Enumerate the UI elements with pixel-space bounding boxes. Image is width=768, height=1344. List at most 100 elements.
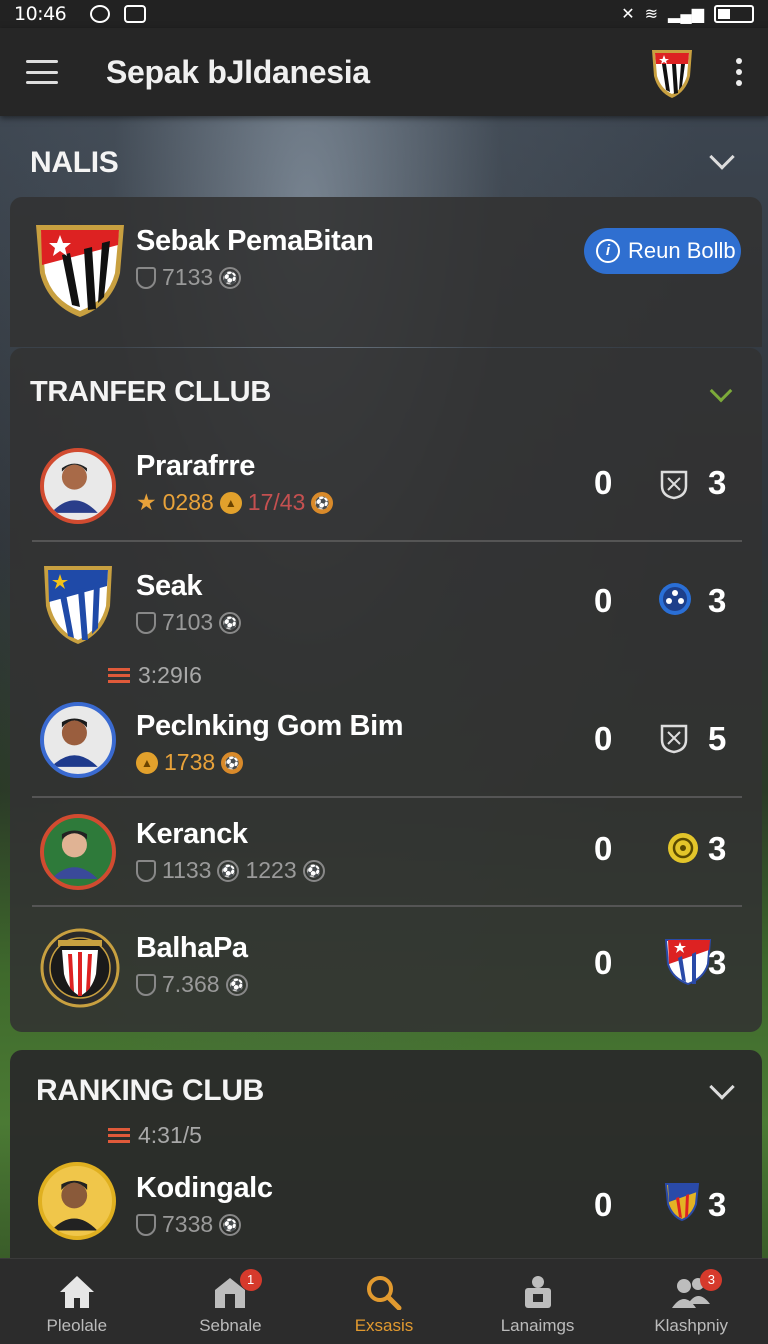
club-crest [40,928,120,1008]
featured-action-label: Reun Bollb [628,238,736,263]
mute-icon: ✕ [621,6,635,23]
yellow-badge-icon [668,833,698,863]
home-icon [59,1276,94,1308]
ball-icon: ⚽ [219,611,242,634]
ball-icon: ⚽ [219,1213,242,1236]
more-options-icon[interactable] [736,58,742,86]
score-left: 0 [594,582,613,619]
status-time: 10:46 [14,3,67,25]
menu-icon[interactable] [26,60,58,84]
club-stat: 7338 [162,1211,214,1237]
trophy-icon: ▲ [219,491,242,514]
nav-label: Pleolale [46,1316,108,1335]
score-right: 3 [708,944,727,981]
club-name: Peclnking Gom Bim [136,710,404,742]
club-stat: 7.368 [162,971,220,997]
nav-item-home[interactable]: Pleolale [0,1259,154,1344]
club-badge-icon [660,470,688,500]
transfer-sub-label: 3:29I6 [138,662,202,688]
nav-item-clubs[interactable]: 3 Klashpniy [614,1259,768,1344]
list-item[interactable]: BalhaPa 7.368 ⚽ 0 3 [10,918,760,1018]
score-left: 0 [594,720,613,757]
trophy-icon [524,1276,551,1308]
info-icon: i [596,239,620,263]
ball-badge-icon [659,583,691,615]
ball-icon: ⚽ [221,751,244,774]
avatar [38,1162,116,1240]
score-right: 3 [708,830,727,867]
club-stat: 0288 [162,489,214,515]
nalis-section-title: NALIS [30,146,119,179]
score-right: 5 [708,720,727,757]
trophy-icon: ▲ [136,751,158,774]
avatar [40,702,116,778]
shield-icon [136,973,156,996]
globe-icon [90,5,111,23]
app-bar: Sepak bJldanesia [0,28,768,116]
ball-icon: ⚽ [217,859,240,882]
nav-label: Lanaimgs [500,1316,575,1335]
score-left: 0 [594,944,613,981]
ball-icon: ⚽ [225,973,248,996]
ball-icon: ⚽ [219,266,242,289]
ranking-sub-meta: 4:31/5 [108,1122,202,1149]
score-right: 3 [708,582,727,619]
score-left: 0 [594,1186,613,1223]
nav-item-rankings[interactable]: Lanaimgs [461,1259,615,1344]
ranking-section-title: RANKING CLUB [36,1074,265,1107]
club-stat-secondary: 17/43 [247,489,306,515]
image-icon [124,5,147,23]
nav-item-second[interactable]: 1 Sebnale [154,1259,308,1344]
featured-club-crest [36,225,124,317]
shield-icon [136,859,156,882]
club-name: Prarafrre [136,450,255,482]
shield-icon [136,266,156,289]
club-name: Seak [136,570,203,602]
club-stat: 1738 [164,749,216,775]
list-item[interactable]: Keranck 1133 ⚽ 1223 ⚽ 0 3 [10,808,760,904]
nav-item-search[interactable]: Exsasis [307,1259,461,1344]
list-item[interactable]: Prarafrre ★ 0288 ▲ 17/43 ⚽ 0 3 [10,440,760,540]
featured-club-stat: 7133 [162,264,214,290]
club-stat: 1133 [162,857,212,883]
list-item[interactable]: Peclnking Gom Bim ▲ 1738 ⚽ 0 5 [10,694,760,794]
club-crest [44,566,112,644]
notification-badge: 3 [700,1269,723,1291]
status-bar: 10:46 ✕ ≋ ▂▄▆ [0,0,768,28]
score-right: 3 [708,464,727,501]
score-left: 0 [594,830,613,867]
divider [32,540,742,542]
list-icon [108,668,130,683]
ranking-sub-label: 4:31/5 [138,1122,202,1148]
featured-club-name: Sebak PemaBitan [136,225,374,257]
battery-icon [714,5,754,23]
list-icon [108,1128,130,1143]
club-stat-secondary: 1223 [245,857,297,883]
score-right: 3 [708,1186,727,1223]
app-title: Sepak bJldanesia [106,53,370,90]
avatar [40,448,116,524]
nav-label: Sebnale [199,1316,262,1335]
nav-label: Klashpniy [654,1316,729,1335]
club-shield-logo[interactable] [648,44,696,100]
club-shield-icon [664,1183,700,1222]
star-icon: ★ [136,489,157,515]
club-name: Kodingalc [136,1172,273,1204]
featured-action-button[interactable]: i Reun Bollb [584,228,741,274]
avatar [40,814,116,890]
list-item[interactable]: Kodingalc 7338 ⚽ 0 3 [10,1160,760,1256]
divider [32,905,742,907]
shield-icon [136,1213,156,1236]
ball-icon: ⚽ [311,491,334,514]
shield-icon [136,611,156,634]
wifi-icon: ≋ [644,6,659,23]
notification-badge: 1 [239,1269,262,1291]
club-shield-icon [664,939,712,986]
list-item[interactable]: Seak 7103 ⚽ 0 3 [10,556,760,656]
transfer-section-title: TRANFER CLLUB [30,376,271,408]
club-stat: 7103 [162,609,214,635]
club-name: Keranck [136,818,248,850]
bottom-navigation: Pleolale 1 Sebnale Exsasis Lanaimgs 3 Kl… [0,1258,768,1344]
score-left: 0 [594,464,613,501]
club-name: BalhaPa [136,932,248,964]
